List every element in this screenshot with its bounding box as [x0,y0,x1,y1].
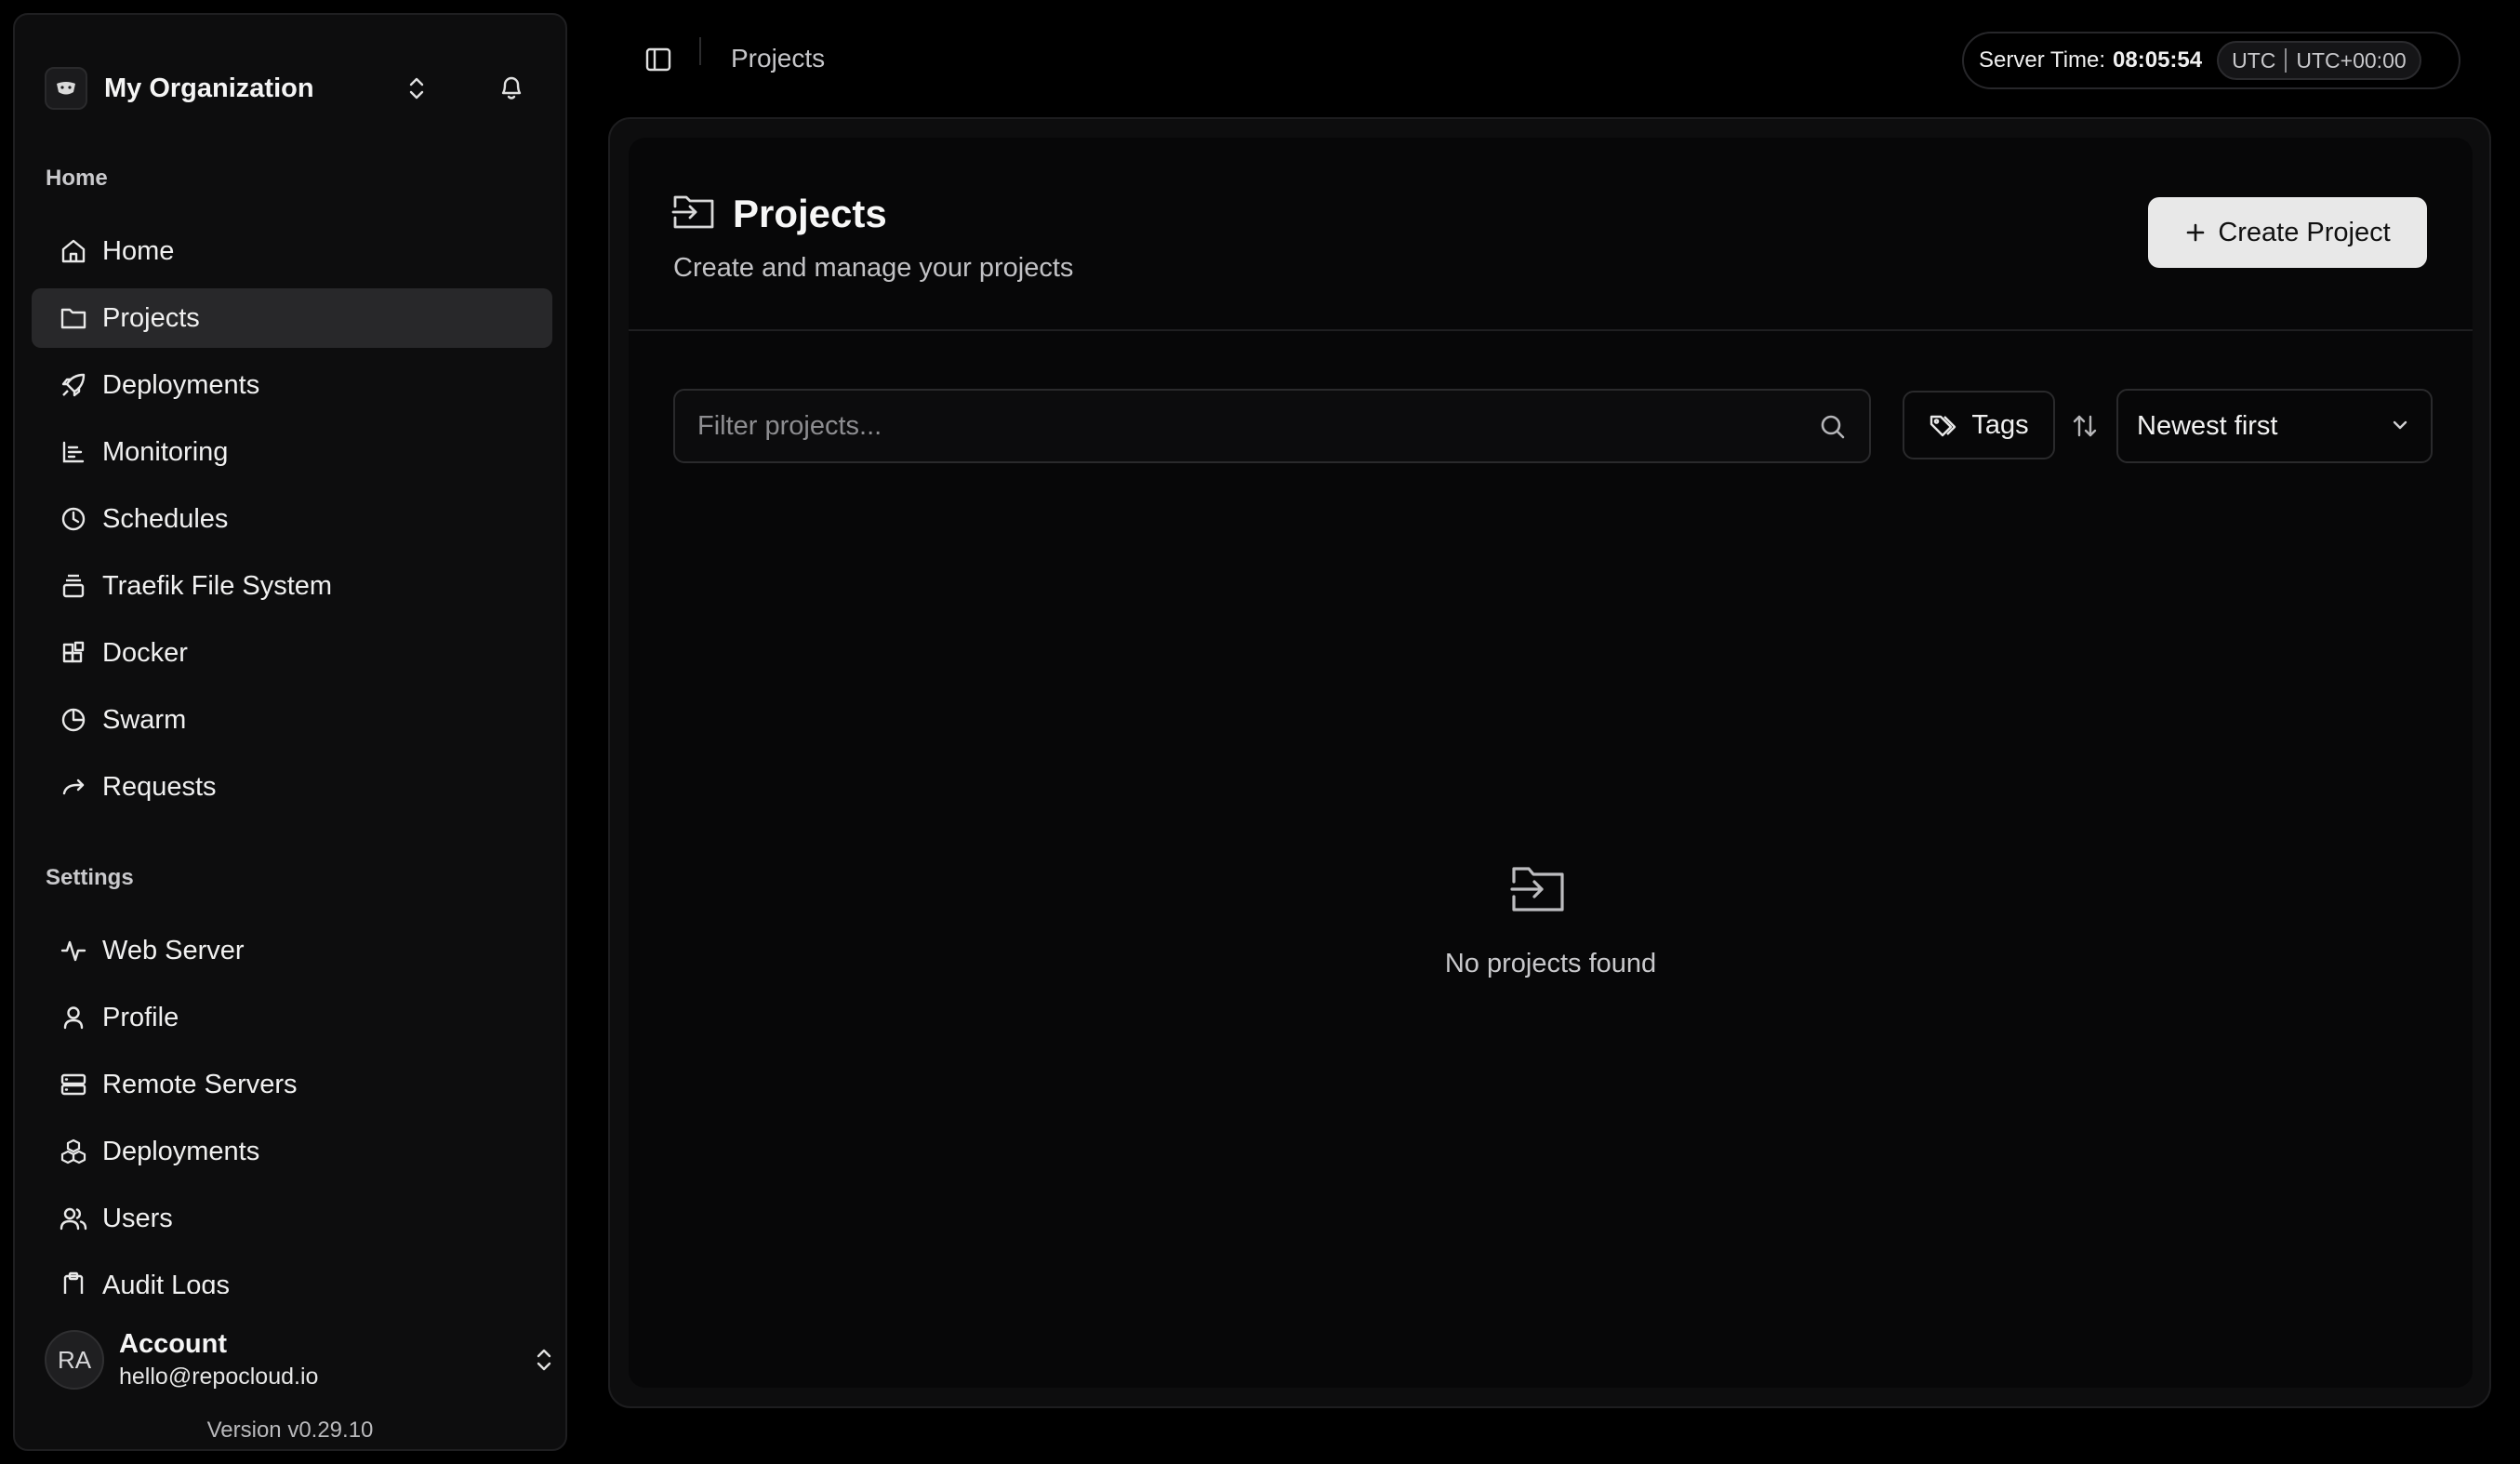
sidebar-item-label: Audit Logs [102,1270,231,1295]
header-divider [629,329,2473,331]
empty-state-text: No projects found [1444,949,1657,978]
timezone-offset: UTC+00:00 [2296,47,2407,73]
sidebar-item-label: Remote Servers [102,1069,298,1099]
folder-input-icon [671,192,716,236]
rocket-icon [58,369,89,401]
sidebar-item-label: Projects [102,302,200,333]
sidebar-item-web-server[interactable]: Web Server [32,921,552,980]
topbar-divider [699,37,701,65]
create-project-button[interactable]: Create Project [2148,197,2427,268]
folder-icon [58,302,89,334]
chevrons-up-down-icon[interactable] [398,70,435,107]
tags-icon [1929,412,1958,438]
forward-icon [58,771,89,803]
plus-icon [2184,221,2207,244]
sort-value: Newest first [2137,410,2278,441]
users-icon [58,1203,89,1234]
sidebar-item-label: Profile [102,1002,179,1032]
sidebar-item-swarm[interactable]: Swarm [32,690,552,750]
layers-icon [58,570,89,602]
server-icon [58,1069,89,1100]
page-subtitle: Create and manage your projects [673,253,1074,283]
tags-label: Tags [1971,409,2029,440]
sidebar-item-label: Deployments [102,369,260,400]
pie-icon [58,704,89,736]
server-time-value: 08:05:54 [2113,47,2203,73]
section-label-settings: Settings [46,865,134,890]
avatar: RA [45,1330,104,1390]
home-icon [58,235,89,267]
sidebar-item-remote-servers[interactable]: Remote Servers [32,1055,552,1114]
filter-projects-field[interactable] [673,389,1871,463]
breadcrumb[interactable]: Projects [731,44,825,73]
sidebar-item-label: Monitoring [102,436,229,467]
sidebar-item-profile[interactable]: Profile [32,988,552,1047]
create-project-label: Create Project [2218,217,2391,247]
timezone-pill: UTC UTC+00:00 [2217,41,2421,80]
server-time-label: Server Time: [1979,47,2106,73]
chart-icon [58,436,89,468]
sidebar-item-audit-logs[interactable]: Audit Logs [32,1257,552,1294]
sidebar-item-users[interactable]: Users [32,1189,552,1248]
sidebar-scroll-clip: Audit Logs [15,1257,565,1294]
org-logo-icon [45,67,87,110]
blocks-icon [58,637,89,669]
version-label: Version v0.29.10 [206,1417,374,1443]
sidebar-item-label: Home [102,235,175,266]
tags-filter-button[interactable]: Tags [1903,391,2055,459]
sidebar-item-label: Traefik File System [102,570,333,601]
activity-icon [58,935,89,966]
account-name: Account [119,1329,227,1359]
panel-left-icon [644,47,672,73]
account-menu[interactable]: RA Account hello@repocloud.io [45,1315,554,1404]
sidebar-item-label: Web Server [102,935,245,965]
sidebar-item-deployments-settings[interactable]: Deployments [32,1122,552,1181]
sidebar-item-label: Schedules [102,503,229,534]
chevrons-up-down-icon[interactable] [534,1346,554,1374]
server-time-badge: Server Time: 08:05:54 UTC UTC+00:00 [1962,32,2460,89]
bell-icon[interactable] [491,67,532,108]
user-icon [58,1002,89,1033]
clock-icon [58,503,89,535]
toggle-sidebar-button[interactable] [636,37,681,82]
page-title: Projects [733,192,887,235]
timezone-short: UTC [2232,47,2276,73]
sidebar-item-label: Docker [102,637,188,668]
timezone-separator [2285,48,2288,73]
account-email: hello@repocloud.io [119,1364,319,1390]
sidebar-item-schedules[interactable]: Schedules [32,489,552,549]
filter-projects-input[interactable] [697,410,1795,442]
sidebar-item-requests[interactable]: Requests [32,757,552,817]
org-name: My Organization [104,73,314,103]
sidebar-item-label: Users [102,1203,173,1233]
sidebar-item-label: Requests [102,771,217,802]
sidebar-item-label: Swarm [102,704,187,735]
clipboard-icon [58,1270,89,1294]
sort-select[interactable]: Newest first [2116,389,2433,463]
search-icon [1817,411,1849,443]
sidebar-item-docker[interactable]: Docker [32,623,552,683]
sidebar: My Organization Home Home Projects Deplo… [13,13,567,1451]
sidebar-item-traefik-file-system[interactable]: Traefik File System [32,556,552,616]
sidebar-item-deployments[interactable]: Deployments [32,355,552,415]
projects-card: Projects Create and manage your projects… [629,138,2473,1388]
sidebar-item-home[interactable]: Home [32,221,552,281]
folder-input-icon [1508,863,1568,919]
boxes-icon [58,1136,89,1167]
sort-direction-icon[interactable] [2068,407,2102,445]
section-label-home: Home [46,166,108,191]
sidebar-item-label: Deployments [102,1136,260,1166]
org-switcher[interactable]: My Organization [45,52,435,125]
chevron-down-icon [2388,413,2412,437]
sidebar-item-projects[interactable]: Projects [32,288,552,348]
sidebar-item-monitoring[interactable]: Monitoring [32,422,552,482]
main-panel: Projects Create and manage your projects… [608,117,2491,1408]
